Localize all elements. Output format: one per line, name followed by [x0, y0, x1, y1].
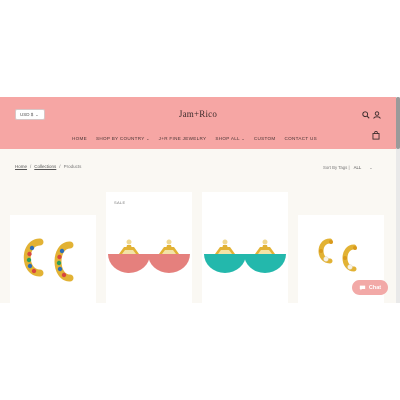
nav-shop-all[interactable]: SHOP ALL ⌄: [215, 136, 245, 141]
nav-contact-us[interactable]: CONTACT US: [285, 136, 317, 141]
currency-label: USD $: [20, 112, 34, 117]
nav-shop-by-country-label: SHOP BY COUNTRY: [95, 135, 145, 141]
site-header: USD $ ⌄ Jam+Rico HOME SHOP BY COUNTRY ⌄ …: [0, 97, 396, 149]
main-navigation: HOME SHOP BY COUNTRY ⌄ J+R FINE JEWELRY …: [72, 134, 317, 142]
breadcrumb-separator: /: [30, 164, 32, 169]
sort-control[interactable]: Sort By Tags | ALL ⌄: [323, 165, 373, 170]
product-card[interactable]: [10, 215, 96, 303]
browser-viewport: USD $ ⌄ Jam+Rico HOME SHOP BY COUNTRY ⌄ …: [0, 0, 400, 400]
breadcrumb-home[interactable]: Home: [15, 164, 27, 169]
chevron-down-icon: ⌄: [241, 136, 245, 141]
breadcrumb-current: Products: [63, 164, 82, 169]
breadcrumb-separator: /: [59, 164, 61, 169]
search-icon[interactable]: [361, 110, 370, 119]
product-image-turquoise-fan-earrings: [204, 239, 286, 273]
nav-custom[interactable]: CUSTOM: [254, 136, 276, 141]
nav-contact-us-label: CONTACT US: [284, 135, 317, 141]
currency-selector[interactable]: USD $ ⌄: [15, 109, 45, 120]
chevron-down-icon: ⌄: [35, 112, 39, 117]
product-image-gold-hoop-earrings: [23, 238, 74, 282]
sort-value: ALL: [353, 165, 362, 170]
cart-icon[interactable]: [371, 131, 380, 140]
nav-custom-label: CUSTOM: [253, 135, 276, 141]
nav-fine-jewelry[interactable]: J+R FINE JEWELRY: [159, 136, 207, 141]
breadcrumb: Home / Collections / Products: [15, 164, 81, 169]
nav-shop-by-country[interactable]: SHOP BY COUNTRY ⌄: [96, 136, 150, 141]
store-logo[interactable]: Jam+Rico: [168, 109, 228, 119]
chat-label: Chat: [368, 284, 382, 291]
chevron-down-icon: ⌄: [146, 136, 150, 141]
scrollbar-thumb[interactable]: [396, 97, 400, 149]
sort-label: Sort By Tags |: [323, 165, 350, 170]
nav-home[interactable]: HOME: [72, 136, 87, 141]
nav-fine-jewelry-label: J+R FINE JEWELRY: [158, 135, 207, 141]
nav-home-label: HOME: [72, 135, 87, 141]
product-card[interactable]: SALE: [106, 192, 192, 303]
product-card[interactable]: [202, 192, 288, 303]
chevron-down-icon: ⌄: [369, 165, 373, 170]
chat-bubble-icon: [359, 285, 366, 290]
store-page: USD $ ⌄ Jam+Rico HOME SHOP BY COUNTRY ⌄ …: [0, 97, 396, 303]
product-image-pink-fan-earrings: [108, 239, 190, 273]
nav-shop-all-label: SHOP ALL: [215, 135, 240, 141]
breadcrumb-collections[interactable]: Collections: [34, 164, 56, 169]
account-icon[interactable]: [372, 110, 381, 119]
chat-button[interactable]: Chat: [352, 280, 388, 295]
